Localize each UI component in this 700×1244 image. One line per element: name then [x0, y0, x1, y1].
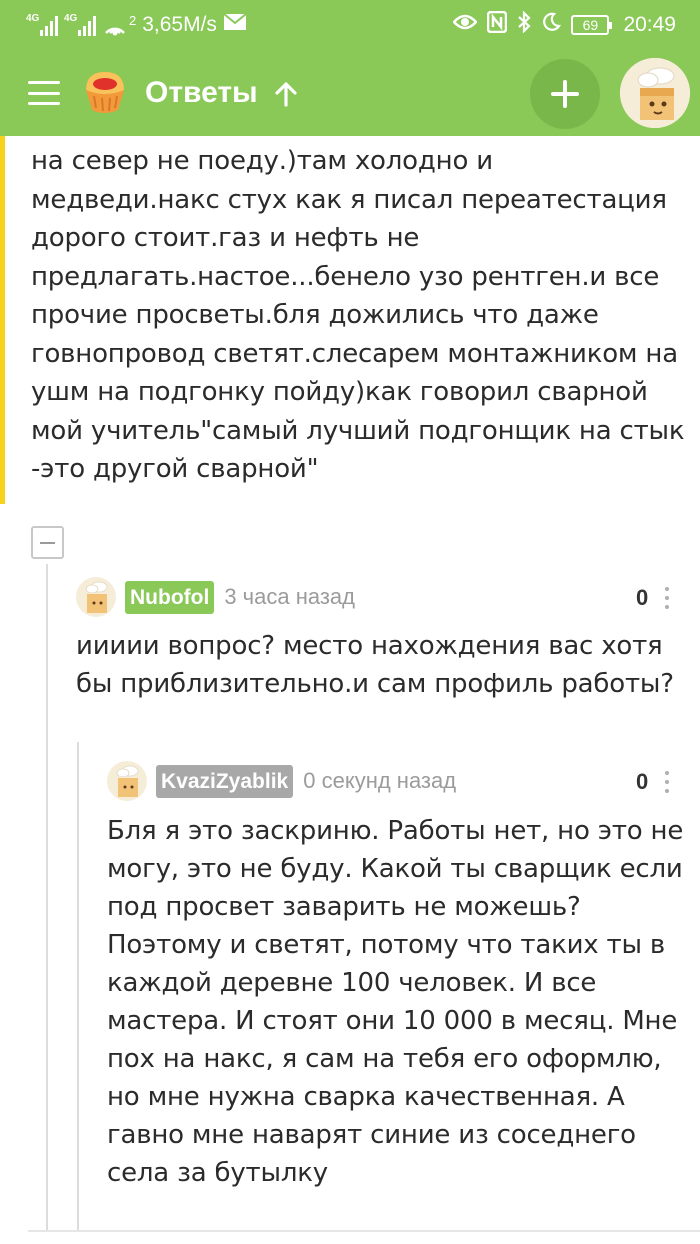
cell-signal-icon-2: 4G: [64, 13, 96, 36]
thread-line[interactable]: [77, 742, 79, 1232]
divider: [28, 1230, 700, 1232]
comments-content: на север не поеду.)там холодно и медведи…: [0, 136, 700, 1244]
text-line: Поэтому и светят, потому что таких ты в: [107, 930, 665, 960]
comment-header: KvaziZyablik 0 секунд назад: [107, 761, 456, 801]
text-line: могу, это не буду. Какой ты сварщик если: [107, 854, 683, 884]
text-line: медведи.накс стух как я писал переатеста…: [31, 184, 667, 215]
text-line: под просвет заварить не можешь?: [107, 892, 581, 922]
network-speed: 3,65M/s: [142, 13, 217, 36]
cell-signal-icon: 4G: [26, 13, 58, 36]
text-line: дорого стоит.газ и нефть не: [31, 223, 420, 253]
mail-icon: [223, 13, 247, 37]
more-options-icon[interactable]: [662, 769, 672, 795]
battery-icon: 69: [571, 15, 613, 35]
scroll-up-arrow-icon[interactable]: [272, 80, 300, 108]
text-line: бы приблизительно.и сам профиль работы?: [76, 669, 674, 699]
comment-header: Nubofol 3 часа назад: [76, 577, 355, 617]
text-line: на север не поеду.)там холодно и: [31, 146, 493, 176]
eye-icon: [452, 13, 479, 37]
pikabu-logo-icon: [78, 64, 132, 116]
text-line: каждой деревне 100 человек. И все: [107, 968, 597, 998]
app-bar: Ответы: [0, 52, 700, 136]
text-line: говнопровод светят.слесарем монтажником …: [31, 338, 678, 369]
comment-text: иииии вопрос? место нахождения вас хотя …: [76, 627, 696, 703]
profile-avatar[interactable]: [620, 58, 690, 128]
comment-rating: 0: [636, 585, 649, 610]
hamburger-menu-icon[interactable]: [28, 81, 60, 105]
text-line: мастера. И стоят они 10 000 в месяц. Мне: [107, 1006, 678, 1036]
text-line: -это другой сварной": [31, 454, 319, 484]
moon-icon: [541, 12, 562, 38]
status-time: 20:49: [623, 13, 676, 36]
comment-time: 0 секунд назад: [303, 768, 457, 793]
bluetooth-icon: [517, 10, 532, 39]
text-line: села за бутылку: [107, 1158, 328, 1188]
page-title: Ответы: [145, 76, 258, 109]
text-line: пох на накс, я сам на тебя его оформлю,: [107, 1044, 662, 1074]
username-badge[interactable]: Nubofol: [125, 580, 215, 614]
text-line: гавно мне наварят синие из соседнего: [107, 1120, 636, 1150]
comment-rating: 0: [636, 769, 649, 794]
text-line: мой учитель"самый лучший подгонщик на ст…: [31, 415, 685, 446]
avatar[interactable]: [76, 577, 116, 617]
text-line: Бля я это заскриню. Работы нет, но это н…: [107, 816, 684, 846]
text-line: предлагать.настое...бенело узо рентген.и…: [31, 261, 660, 292]
nfc-icon: [487, 10, 508, 39]
comment-time: 3 часа назад: [224, 584, 356, 609]
text-line: прочие просветы.бля дожились что даже: [31, 300, 599, 330]
text-line: иииии вопрос? место нахождения вас хотя: [76, 631, 663, 661]
text-line: ушм на подгонку пойду)как говорил сварно…: [31, 377, 648, 407]
avatar[interactable]: [107, 761, 147, 801]
comment-text: Бля я это заскриню. Работы нет, но это н…: [107, 812, 697, 1192]
add-button[interactable]: [530, 59, 600, 129]
parent-comment-text: на север не поеду.)там холодно и медведи…: [31, 142, 693, 489]
more-options-icon[interactable]: [662, 585, 672, 611]
highlight-stripe: [0, 136, 5, 504]
username-badge[interactable]: KvaziZyablik: [156, 764, 294, 798]
text-line: но мне нужна сварка качественная. А: [107, 1082, 625, 1112]
thread-line[interactable]: [46, 564, 48, 1232]
collapse-thread-button[interactable]: [31, 526, 64, 559]
hotspot-icon: 2: [102, 13, 136, 37]
status-bar: 4G 4G 2 3,65M/s 69 20:49: [0, 0, 700, 52]
